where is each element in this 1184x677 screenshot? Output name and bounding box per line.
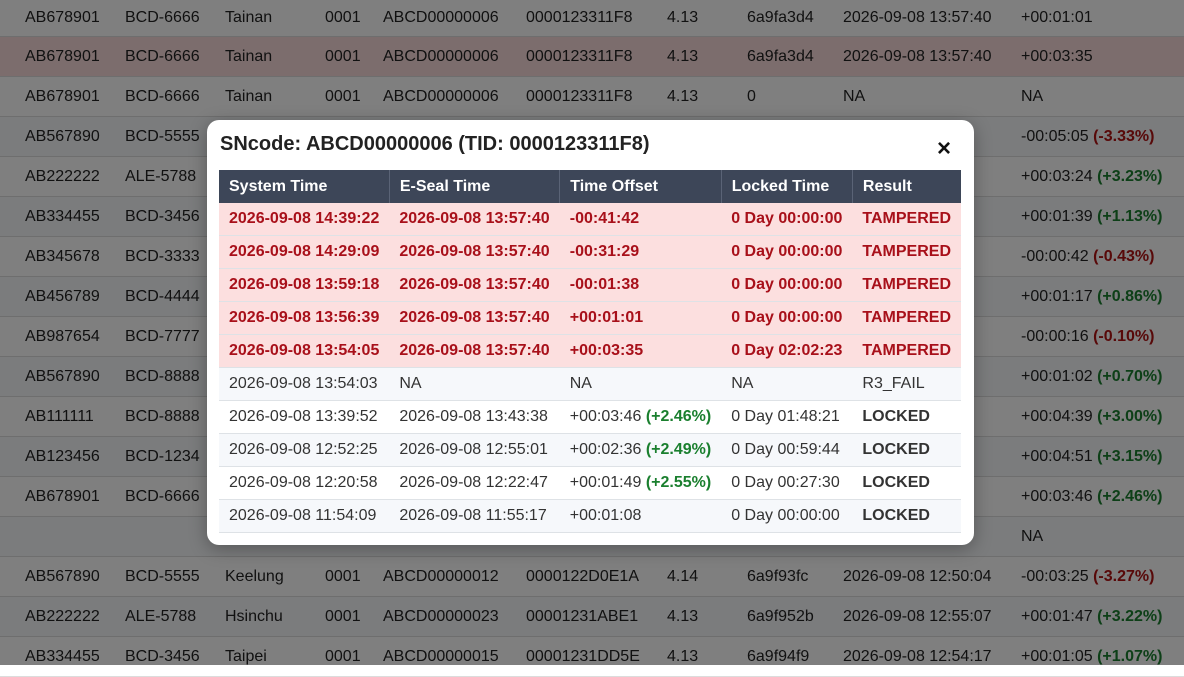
offset-cell: +00:02:36 (+2.49%) <box>559 433 722 467</box>
locked-time-cell: 0 Day 00:00:00 <box>721 301 853 335</box>
history-table: System Time E-Seal Time Time Offset Lock… <box>219 170 961 533</box>
locked-time-cell: 0 Day 00:59:44 <box>721 433 853 467</box>
locked-time-cell: NA <box>721 367 853 401</box>
status-badge: TAMPERED <box>852 301 961 335</box>
offset-percent: (+2.46%) <box>645 408 712 425</box>
eseal-time-cell: 2026-09-08 13:57:40 <box>389 203 560 236</box>
offset-cell: +00:03:35 <box>559 334 722 368</box>
history-modal: SNcode: ABCD00000006 (TID: 0000123311F8)… <box>207 120 974 545</box>
offset-cell: NA <box>559 367 722 401</box>
system-time-cell: 2026-09-08 12:20:58 <box>219 466 390 500</box>
locked-time-cell: 0 Day 01:48:21 <box>721 400 853 434</box>
status-badge: R3_FAIL <box>852 367 961 401</box>
system-time-cell: 2026-09-08 11:54:09 <box>219 499 390 533</box>
system-time-cell: 2026-09-08 12:52:25 <box>219 433 390 467</box>
offset-value: +00:01:01 <box>569 309 644 326</box>
offset-value: +00:01:08 <box>569 507 642 524</box>
offset-cell: -00:31:29 <box>559 235 722 269</box>
history-row[interactable]: 2026-09-08 13:54:03 NA NA NA R3_FAIL <box>219 367 961 401</box>
status-badge: LOCKED <box>852 433 961 467</box>
locked-time-cell: 0 Day 02:02:23 <box>721 334 853 368</box>
offset-value: NA <box>569 375 592 392</box>
history-row[interactable]: 2026-09-08 11:54:09 2026-09-08 11:55:17 +0… <box>219 499 961 533</box>
offset-value: +00:03:35 <box>569 342 644 359</box>
offset-value: +00:03:46 <box>569 408 642 425</box>
locked-time-cell: 0 Day 00:00:00 <box>721 235 853 269</box>
system-time-cell: 2026-09-08 13:39:52 <box>219 400 390 434</box>
history-row[interactable]: 2026-09-08 14:39:22 2026-09-08 13:57:40 -0… <box>219 203 961 236</box>
history-row[interactable]: 2026-09-08 13:59:18 2026-09-08 13:57:40 -0… <box>219 268 961 302</box>
col-time-offset[interactable]: Time Offset <box>559 170 722 203</box>
status-badge: TAMPERED <box>852 235 961 269</box>
history-header-row: System Time E-Seal Time Time Offset Lock… <box>219 170 961 203</box>
eseal-time-cell: 2026-09-08 13:57:40 <box>389 334 560 368</box>
close-icon[interactable]: × <box>937 137 951 161</box>
offset-cell: +00:03:46 (+2.46%) <box>559 400 722 434</box>
eseal-time-cell: 2026-09-08 13:43:38 <box>389 400 560 434</box>
offset-value: +00:02:36 <box>569 441 642 458</box>
offset-cell: +00:01:08 <box>559 499 722 533</box>
offset-cell: +00:01:01 <box>559 301 722 335</box>
offset-cell: -00:41:42 <box>559 203 722 236</box>
status-badge: LOCKED <box>852 466 961 500</box>
col-locked-time[interactable]: Locked Time <box>721 170 853 203</box>
system-time-cell: 2026-09-08 13:59:18 <box>219 268 390 302</box>
status-badge: LOCKED <box>852 400 961 434</box>
system-time-cell: 2026-09-08 14:29:09 <box>219 235 390 269</box>
eseal-time-cell: 2026-09-08 13:57:40 <box>389 268 560 302</box>
offset-percent: (+2.49%) <box>645 441 712 458</box>
offset-percent: (+2.55%) <box>645 474 712 491</box>
locked-time-cell: 0 Day 00:00:00 <box>721 499 853 533</box>
system-time-cell: 2026-09-08 13:54:03 <box>219 367 390 401</box>
offset-cell: +00:01:49 (+2.55%) <box>559 466 722 500</box>
eseal-time-cell: NA <box>389 367 560 401</box>
eseal-time-cell: 2026-09-08 12:55:01 <box>389 433 560 467</box>
system-time-cell: 2026-09-08 13:56:39 <box>219 301 390 335</box>
locked-time-cell: 0 Day 00:00:00 <box>721 203 853 236</box>
eseal-time-cell: 2026-09-08 13:57:40 <box>389 235 560 269</box>
eseal-time-cell: 2026-09-08 13:57:40 <box>389 301 560 335</box>
history-row[interactable]: 2026-09-08 13:56:39 2026-09-08 13:57:40 +0… <box>219 301 961 335</box>
history-row[interactable]: 2026-09-08 13:54:05 2026-09-08 13:57:40 +0… <box>219 334 961 368</box>
locked-time-cell: 0 Day 00:00:00 <box>721 268 853 302</box>
status-badge: TAMPERED <box>852 334 961 368</box>
status-badge: TAMPERED <box>852 203 961 236</box>
eseal-time-cell: 2026-09-08 12:22:47 <box>389 466 560 500</box>
col-eseal-time[interactable]: E-Seal Time <box>389 170 561 203</box>
offset-value: -00:01:38 <box>569 276 640 293</box>
offset-value: -00:41:42 <box>569 210 640 227</box>
status-badge: TAMPERED <box>852 268 961 302</box>
locked-time-cell: 0 Day 00:27:30 <box>721 466 853 500</box>
eseal-time-cell: 2026-09-08 11:55:17 <box>389 499 560 533</box>
offset-value: -00:31:29 <box>569 243 640 260</box>
offset-value: +00:01:49 <box>569 474 642 491</box>
history-row[interactable]: 2026-09-08 12:52:25 2026-09-08 12:55:01 +0… <box>219 433 961 467</box>
history-row[interactable]: 2026-09-08 12:20:58 2026-09-08 12:22:47 +0… <box>219 466 961 500</box>
system-time-cell: 2026-09-08 13:54:05 <box>219 334 390 368</box>
history-row[interactable]: 2026-09-08 13:39:52 2026-09-08 13:43:38 +0… <box>219 400 961 434</box>
col-system-time[interactable]: System Time <box>219 170 390 203</box>
col-result[interactable]: Result <box>852 170 961 203</box>
history-row[interactable]: 2026-09-08 14:29:09 2026-09-08 13:57:40 -0… <box>219 235 961 269</box>
offset-cell: -00:01:38 <box>559 268 722 302</box>
status-badge: LOCKED <box>852 499 961 533</box>
modal-title: SNcode: ABCD00000006 (TID: 0000123311F8) <box>220 133 650 155</box>
system-time-cell: 2026-09-08 14:39:22 <box>219 203 390 236</box>
